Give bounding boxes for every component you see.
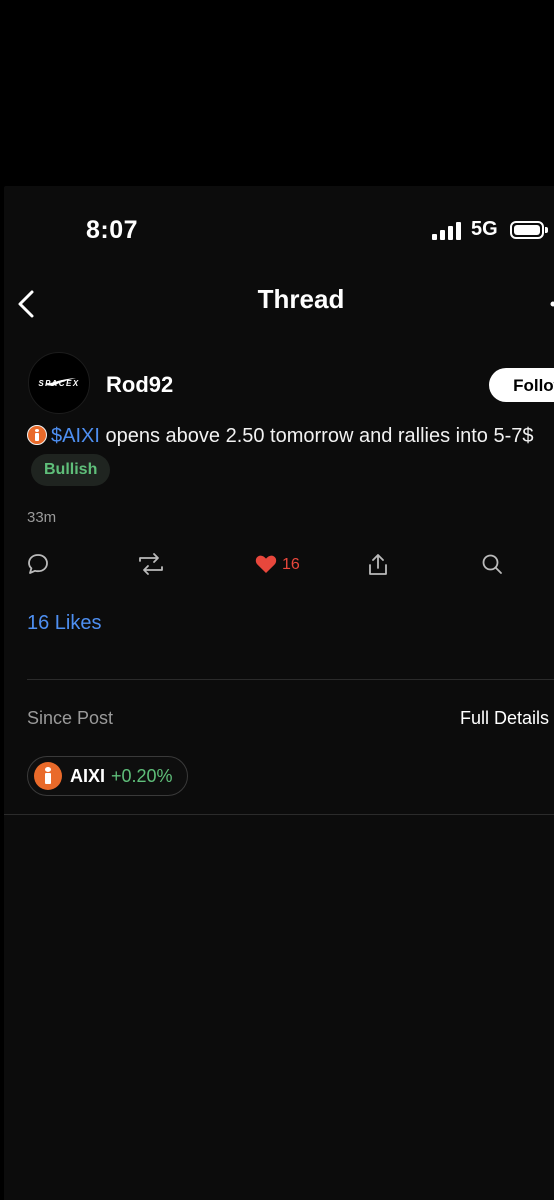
signal-icon	[432, 222, 466, 240]
page-title: Thread	[257, 284, 345, 314]
aixi-ticker-icon	[34, 762, 62, 790]
likes-link[interactable]: 16 Likes	[27, 612, 102, 635]
avatar[interactable]: SPACEX	[28, 352, 90, 414]
chip-change: +0.20%	[111, 765, 173, 786]
status-time: 8:07	[86, 216, 139, 244]
divider	[4, 814, 554, 815]
top-letterbox	[0, 0, 554, 186]
network-label: 5G	[471, 218, 498, 240]
aixi-ticker-icon	[27, 425, 47, 445]
cashtag-link[interactable]: $AIXI	[51, 425, 100, 447]
battery-icon	[510, 221, 548, 239]
reply-icon[interactable]	[26, 552, 50, 580]
chip-symbol: AIXI	[70, 765, 106, 786]
phone-screen: 8:07 5G Thread SPACEX Rod92 Follow $AIXI…	[4, 186, 554, 1200]
full-details-link[interactable]: Full Details	[460, 708, 549, 729]
post-timestamp: 33m	[27, 509, 57, 526]
sentiment-badge: Bullish	[31, 454, 111, 486]
share-icon[interactable]	[366, 552, 390, 580]
repost-icon[interactable]	[136, 552, 166, 580]
post-body: $AIXI opens above 2.50 tomorrow and rall…	[27, 420, 554, 486]
avatar-logo-text: SPACEX	[38, 379, 80, 388]
divider	[27, 679, 554, 680]
follow-button[interactable]: Follow	[489, 368, 554, 402]
search-icon[interactable]	[480, 552, 504, 580]
ticker-chip[interactable]: AIXI +0.20%	[27, 756, 188, 796]
heart-icon[interactable]	[254, 552, 278, 580]
like-count: 16	[282, 556, 300, 573]
username[interactable]: Rod92	[106, 372, 173, 398]
post-text: opens above 2.50 tomorrow and rallies in…	[99, 425, 534, 447]
since-post-label: Since Post	[27, 708, 114, 728]
more-icon[interactable]	[547, 296, 554, 307]
